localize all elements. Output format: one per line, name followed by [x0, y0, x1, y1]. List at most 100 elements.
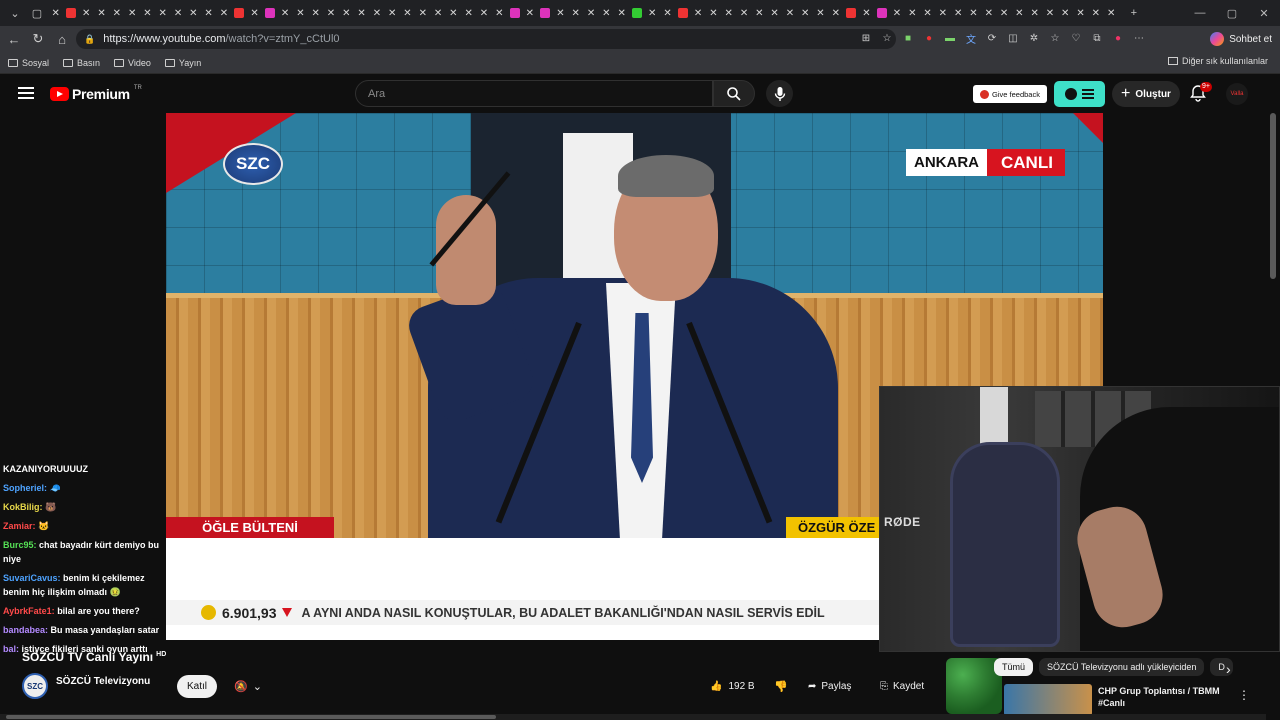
notifications-button[interactable]: 9+: [1190, 82, 1212, 104]
browser-tab[interactable]: ✕: [690, 4, 705, 22]
bookmark-video[interactable]: Video: [114, 58, 155, 68]
browser-tab[interactable]: [874, 4, 889, 22]
favorites-icon[interactable]: ☆: [1047, 29, 1063, 47]
other-bookmarks[interactable]: Diğer sık kullanılanlar: [1167, 56, 1268, 66]
horizontal-scroll-thumb[interactable]: [6, 715, 496, 719]
browser-tab[interactable]: ✕: [1012, 4, 1027, 22]
browser-tab[interactable]: ✕: [155, 4, 170, 22]
browser-tab[interactable]: ✕: [920, 4, 935, 22]
maximize-icon[interactable]: ▢: [1216, 0, 1248, 26]
vertical-scrollbar[interactable]: [1270, 113, 1276, 279]
translate-icon[interactable]: 文: [963, 29, 979, 47]
reload-icon[interactable]: ↻: [26, 27, 50, 51]
browser-tab[interactable]: ✕: [492, 4, 507, 22]
browser-tab[interactable]: [232, 4, 247, 22]
bookmark-sosyal[interactable]: Sosyal: [8, 58, 53, 68]
extension-green-icon[interactable]: ■: [900, 29, 916, 47]
split-screen-icon[interactable]: ◫: [1005, 29, 1021, 47]
browser-tab[interactable]: [63, 4, 78, 22]
browser-tab[interactable]: ✕: [385, 4, 400, 22]
extensions-icon[interactable]: ✲: [1026, 29, 1042, 47]
browser-tab[interactable]: ✕: [981, 4, 996, 22]
create-button[interactable]: + Oluştur: [1112, 81, 1180, 107]
browser-tab[interactable]: ✕: [94, 4, 109, 22]
recommended-title[interactable]: CHP Grup Toplantısı / TBMM #Canlı: [1098, 685, 1228, 709]
bookmark-basin[interactable]: Basın: [63, 58, 104, 68]
workspaces-icon[interactable]: ▢: [26, 3, 48, 23]
browser-tab[interactable]: ✕: [140, 4, 155, 22]
browser-tab[interactable]: ✕: [201, 4, 216, 22]
browser-tab[interactable]: ✕: [828, 4, 843, 22]
browser-tab[interactable]: ✕: [79, 4, 94, 22]
browser-tab[interactable]: ✕: [446, 4, 461, 22]
extension-panel-button[interactable]: [1054, 81, 1105, 107]
browser-tab[interactable]: ✕: [736, 4, 751, 22]
browser-tab[interactable]: ✕: [660, 4, 675, 22]
browser-tab[interactable]: [538, 4, 553, 22]
browser-tab[interactable]: ✕: [1088, 4, 1103, 22]
home-icon[interactable]: ⌂: [50, 27, 74, 51]
browser-tab[interactable]: ✕: [124, 4, 139, 22]
browser-tab[interactable]: ✕: [645, 4, 660, 22]
profile-avatar-icon[interactable]: ●: [1110, 29, 1126, 47]
horizontal-scrollbar[interactable]: [0, 714, 1266, 720]
give-feedback-button[interactable]: Give feedback: [973, 85, 1047, 103]
browser-tab[interactable]: ✕: [109, 4, 124, 22]
browser-tab[interactable]: ✕: [951, 4, 966, 22]
browser-tab[interactable]: [629, 4, 644, 22]
close-window-icon[interactable]: ✕: [1248, 0, 1280, 26]
new-tab-button[interactable]: +: [1123, 3, 1145, 23]
browser-tab[interactable]: ✕: [293, 4, 308, 22]
browser-tab[interactable]: ✕: [721, 4, 736, 22]
browser-tab[interactable]: ✕: [247, 4, 262, 22]
browser-tab[interactable]: ✕: [323, 4, 338, 22]
browser-tab[interactable]: ✕: [476, 4, 491, 22]
back-icon[interactable]: ←: [2, 27, 26, 51]
browser-tab[interactable]: ✕: [583, 4, 598, 22]
browser-tab[interactable]: ✕: [339, 4, 354, 22]
browser-tab[interactable]: ✕: [48, 4, 63, 22]
subscription-bell-button[interactable]: 🔕 ⌄: [226, 675, 270, 698]
more-actions-icon[interactable]: ⋮: [1238, 688, 1250, 702]
browser-tab[interactable]: ✕: [415, 4, 430, 22]
join-button[interactable]: Katıl: [177, 675, 217, 698]
channel-avatar[interactable]: SZC: [22, 673, 48, 699]
browser-tab[interactable]: ✕: [706, 4, 721, 22]
browser-tab[interactable]: ✕: [935, 4, 950, 22]
dislike-button[interactable]: 👎: [768, 675, 794, 698]
chevron-right-icon[interactable]: ›: [1226, 661, 1231, 677]
extension-puzzle-icon[interactable]: ⟳: [984, 29, 1000, 47]
browser-tab[interactable]: ✕: [308, 4, 323, 22]
browser-tab[interactable]: ✕: [568, 4, 583, 22]
like-button[interactable]: 👍 192 B: [702, 675, 762, 698]
browser-tab[interactable]: [675, 4, 690, 22]
bookmark-yayin[interactable]: Yayın: [164, 58, 205, 68]
browser-tab[interactable]: ✕: [859, 4, 874, 22]
search-button[interactable]: [713, 80, 755, 107]
favorite-star-icon[interactable]: ☆: [879, 29, 895, 47]
browser-tab[interactable]: ✕: [1073, 4, 1088, 22]
browser-tab[interactable]: [843, 4, 858, 22]
browser-tab[interactable]: ✕: [461, 4, 476, 22]
search-input[interactable]: Ara: [355, 80, 713, 107]
recommended-thumbnail[interactable]: [1004, 684, 1092, 716]
browser-tab[interactable]: ✕: [369, 4, 384, 22]
chip-all[interactable]: Tümü: [994, 658, 1034, 676]
browser-tab[interactable]: ✕: [522, 4, 537, 22]
browser-tab[interactable]: ✕: [400, 4, 415, 22]
browser-tab[interactable]: ✕: [186, 4, 201, 22]
chip-uploader[interactable]: SÖZCÜ Televizyonu adlı yükleyiciden: [1039, 658, 1205, 676]
browser-tab[interactable]: ✕: [170, 4, 185, 22]
browser-essentials-icon[interactable]: ♡: [1068, 29, 1084, 47]
browser-tab[interactable]: ✕: [813, 4, 828, 22]
browser-tab[interactable]: [262, 4, 277, 22]
more-menu-icon[interactable]: ⋯: [1131, 29, 1147, 47]
app-available-icon[interactable]: ⊞: [858, 29, 874, 47]
browser-tab[interactable]: ✕: [966, 4, 981, 22]
voice-search-button[interactable]: [766, 80, 793, 107]
browser-tab[interactable]: ✕: [354, 4, 369, 22]
youtube-premium-logo[interactable]: Premium TR: [50, 85, 142, 102]
browser-tab[interactable]: ✕: [599, 4, 614, 22]
browser-tab[interactable]: ✕: [1042, 4, 1057, 22]
copilot-chat-button[interactable]: Sohbet et: [1210, 29, 1272, 49]
